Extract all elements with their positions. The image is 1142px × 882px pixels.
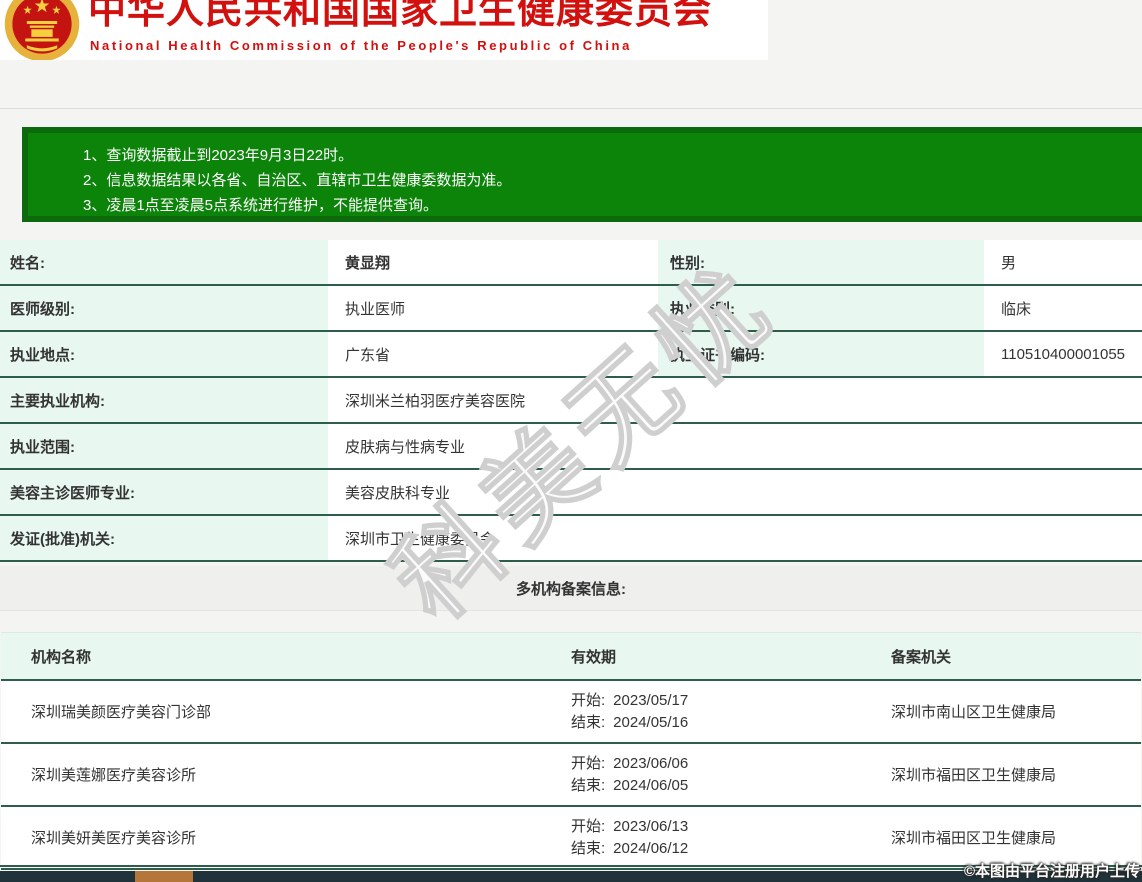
- field-value-gender: 男: [1001, 254, 1017, 272]
- multi-institution-section-band: 多机构备案信息:: [0, 566, 1142, 611]
- end-date: 2024/06/05: [613, 776, 689, 794]
- institution-name: 深圳美妍美医疗美容诊所: [31, 830, 197, 847]
- table-header-row: 机构名称 有效期 备案机关: [1, 633, 1141, 681]
- end-date: 2024/06/12: [613, 839, 689, 857]
- field-label-name: 姓名:: [0, 240, 330, 284]
- validity-period: 开始: 2023/06/13 结束: 2024/06/12: [541, 816, 866, 860]
- table-row: 主要执业机构: 深圳米兰柏羽医疗美容医院: [0, 378, 1142, 424]
- national-emblem-icon: [4, 0, 80, 60]
- field-value-certificate-number: 110510400001055: [1001, 345, 1126, 363]
- table-row: 医师级别: 执业医师 执业类别: 临床: [0, 286, 1142, 332]
- field-value-practice-category: 临床: [1001, 300, 1032, 318]
- table-row: 姓名: 黄显翔 性别: 男: [0, 240, 1142, 286]
- field-label-gender: 性别:: [658, 240, 986, 284]
- end-label: 结束:: [571, 839, 606, 857]
- table-row: 美容主诊医师专业: 美容皮肤科专业: [0, 470, 1142, 516]
- field-value-cosmetic-specialty: 美容皮肤科专业: [345, 484, 451, 502]
- validity-period: 开始: 2023/05/17 结束: 2024/05/16: [541, 690, 866, 734]
- field-label-certificate-number: 执业证书编码:: [658, 332, 986, 376]
- institution-name: 深圳瑞美颜医疗美容门诊部: [31, 704, 212, 721]
- notice-box: 1、查询数据截止到2023年9月3日22时。 2、信息数据结果以各省、自治区、直…: [22, 127, 1142, 222]
- field-value-main-institution: 深圳米兰柏羽医疗美容医院: [345, 392, 526, 410]
- end-label: 结束:: [571, 776, 606, 794]
- start-label: 开始:: [571, 691, 606, 709]
- table-row: 深圳美莲娜医疗美容诊所 开始: 2023/06/06 结束: 2024/06/05 …: [1, 744, 1141, 807]
- field-value-doctor-level: 执业医师: [330, 286, 658, 330]
- image-credit-watermark: ©本图由平台注册用户上传: [963, 863, 1140, 880]
- site-header: 中华人民共和国国家卫生健康委员会 National Health Commiss…: [0, 0, 768, 60]
- field-label-cosmetic-specialty: 美容主诊医师专业:: [0, 470, 330, 514]
- doctor-info-table: 姓名: 黄显翔 性别: 男 医师级别: 执业医师 执业类别: 临床 执业地点: …: [0, 240, 1142, 562]
- field-value-practice-scope: 皮肤病与性病专业: [345, 438, 466, 456]
- column-header-validity: 有效期: [571, 648, 617, 666]
- notice-line-2: 2、信息数据结果以各省、自治区、直辖市卫生健康委数据为准。: [83, 172, 512, 189]
- site-title-english: National Health Commission of the People…: [90, 38, 632, 53]
- field-label-doctor-level: 医师级别:: [0, 286, 330, 330]
- field-label-practice-scope: 执业范围:: [0, 424, 330, 468]
- end-label: 结束:: [571, 713, 606, 731]
- start-date: 2023/06/13: [613, 817, 689, 835]
- notice-line-1: 1、查询数据截止到2023年9月3日22时。: [83, 147, 354, 164]
- table-row: 深圳瑞美颜医疗美容门诊部 开始: 2023/05/17 结束: 2024/05/16…: [1, 681, 1141, 744]
- start-label: 开始:: [571, 817, 606, 835]
- institution-filing-table: 机构名称 有效期 备案机关 深圳瑞美颜医疗美容门诊部 开始: 2023/05/17…: [1, 632, 1141, 870]
- filing-authority: 深圳市福田区卫生健康局: [891, 830, 1057, 847]
- start-date: 2023/05/17: [613, 691, 689, 709]
- field-label-practice-location: 执业地点:: [0, 332, 330, 376]
- section-title: 多机构备案信息:: [516, 580, 626, 598]
- column-header-institution-name: 机构名称: [31, 648, 92, 666]
- start-label: 开始:: [571, 754, 606, 772]
- table-row: 执业范围: 皮肤病与性病专业: [0, 424, 1142, 470]
- validity-period: 开始: 2023/06/06 结束: 2024/06/05: [541, 753, 866, 797]
- field-label-main-institution: 主要执业机构:: [0, 378, 330, 422]
- start-date: 2023/06/06: [613, 754, 689, 772]
- field-label-issuing-authority: 发证(批准)机关:: [0, 516, 330, 560]
- field-value-issuing-authority: 深圳市卫生健康委员会: [345, 530, 496, 548]
- site-title-chinese: 中华人民共和国国家卫生健康委员会: [88, 0, 713, 32]
- filing-authority: 深圳市南山区卫生健康局: [891, 704, 1057, 721]
- end-date: 2024/05/16: [613, 713, 689, 731]
- page: 中华人民共和国国家卫生健康委员会 National Health Commiss…: [0, 0, 1142, 882]
- header-divider: [0, 108, 1142, 109]
- table-row: 执业地点: 广东省 执业证书编码: 110510400001055: [0, 332, 1142, 378]
- field-label-practice-category: 执业类别:: [658, 286, 986, 330]
- filing-authority: 深圳市福田区卫生健康局: [891, 767, 1057, 784]
- table-row: 发证(批准)机关: 深圳市卫生健康委员会: [0, 516, 1142, 562]
- notice-line-3: 3、凌晨1点至凌晨5点系统进行维护，不能提供查询。: [83, 197, 439, 214]
- institution-name: 深圳美莲娜医疗美容诊所: [31, 767, 197, 784]
- field-value-practice-location: 广东省: [330, 332, 658, 376]
- column-header-filing-authority: 备案机关: [891, 648, 952, 666]
- field-value-name: 黄显翔: [330, 240, 658, 284]
- bottom-bar-orange-segment: [135, 871, 193, 882]
